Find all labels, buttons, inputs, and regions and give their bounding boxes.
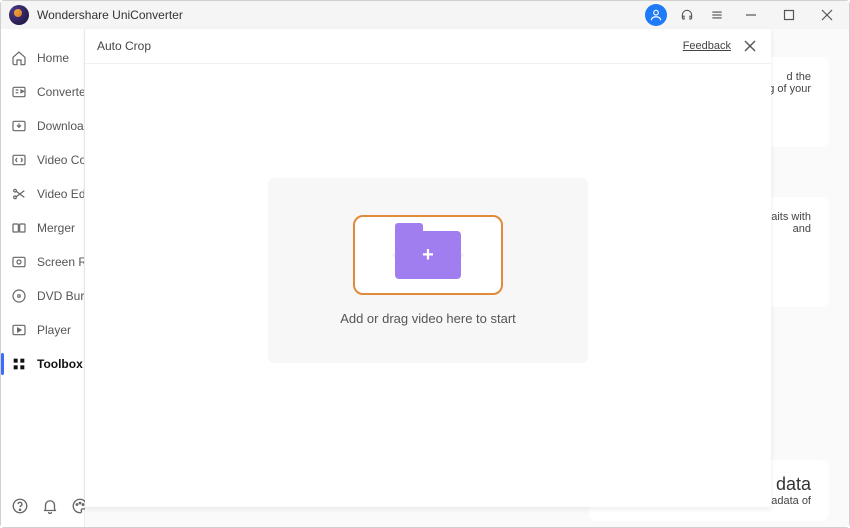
sidebar-item-label: Player — [37, 323, 71, 337]
folder-plus-icon: + — [395, 231, 461, 279]
headphones-support-icon[interactable] — [677, 5, 697, 25]
auto-crop-modal: Auto Crop Feedback + — [85, 29, 771, 507]
hamburger-menu-icon[interactable] — [707, 5, 727, 25]
sidebar-item-player[interactable]: Player — [1, 313, 84, 347]
add-video-button[interactable]: + — [353, 215, 503, 295]
sidebar-item-label: Downloader — [37, 119, 84, 133]
app-title: Wondershare UniConverter — [37, 8, 645, 22]
help-button[interactable] — [11, 495, 29, 517]
sidebar-item-label: Video Compressor — [37, 153, 84, 167]
sidebar-item-label: DVD Burner — [37, 289, 84, 303]
sidebar-item-editor[interactable]: Video Editor — [1, 177, 84, 211]
feedback-link[interactable]: Feedback — [683, 40, 731, 52]
plus-icon: + — [422, 244, 434, 267]
app-logo-icon — [9, 5, 29, 25]
scissors-icon — [11, 186, 27, 202]
titlebar: Wondershare UniConverter — [1, 1, 849, 29]
account-avatar-icon[interactable] — [645, 4, 667, 26]
close-window-button[interactable] — [813, 1, 841, 29]
dropzone: + Add or drag video here to start — [268, 178, 588, 363]
modal-close-button[interactable] — [741, 37, 759, 55]
sidebar-item-toolbox[interactable]: Toolbox — [1, 347, 84, 381]
sidebar-item-label: Toolbox — [37, 357, 83, 371]
play-icon — [11, 322, 27, 338]
maximize-button[interactable] — [775, 1, 803, 29]
modal-title: Auto Crop — [97, 39, 683, 53]
download-icon — [11, 118, 27, 134]
sidebar-item-recorder[interactable]: Screen Recorder — [1, 245, 84, 279]
minimize-button[interactable] — [737, 1, 765, 29]
grid-icon — [11, 356, 27, 372]
dropzone-label: Add or drag video here to start — [340, 311, 516, 326]
modal-body: + Add or drag video here to start — [85, 64, 771, 507]
sidebar-footer — [1, 485, 84, 527]
compress-icon — [11, 152, 27, 168]
sidebar-item-home[interactable]: Home — [1, 41, 84, 75]
sidebar: Home Converter Downloader Video Compress… — [1, 29, 85, 527]
modal-header: Auto Crop Feedback — [85, 29, 771, 64]
sidebar-item-downloader[interactable]: Downloader — [1, 109, 84, 143]
home-icon — [11, 50, 27, 66]
sidebar-item-dvd[interactable]: DVD Burner — [1, 279, 84, 313]
sidebar-item-merger[interactable]: Merger — [1, 211, 84, 245]
disc-icon — [11, 288, 27, 304]
notifications-button[interactable] — [41, 495, 59, 517]
sidebar-item-converter[interactable]: Converter — [1, 75, 84, 109]
sidebar-item-compressor[interactable]: Video Compressor — [1, 143, 84, 177]
sidebar-item-label: Converter — [37, 85, 84, 99]
main-content: d the ng of your aits with and data etad… — [85, 29, 849, 527]
sidebar-item-label: Video Editor — [37, 187, 84, 201]
sidebar-item-label: Screen Recorder — [37, 255, 84, 269]
merge-icon — [11, 220, 27, 236]
record-icon — [11, 254, 27, 270]
converter-icon — [11, 84, 27, 100]
sidebar-item-label: Home — [37, 51, 69, 65]
sidebar-item-label: Merger — [37, 221, 75, 235]
